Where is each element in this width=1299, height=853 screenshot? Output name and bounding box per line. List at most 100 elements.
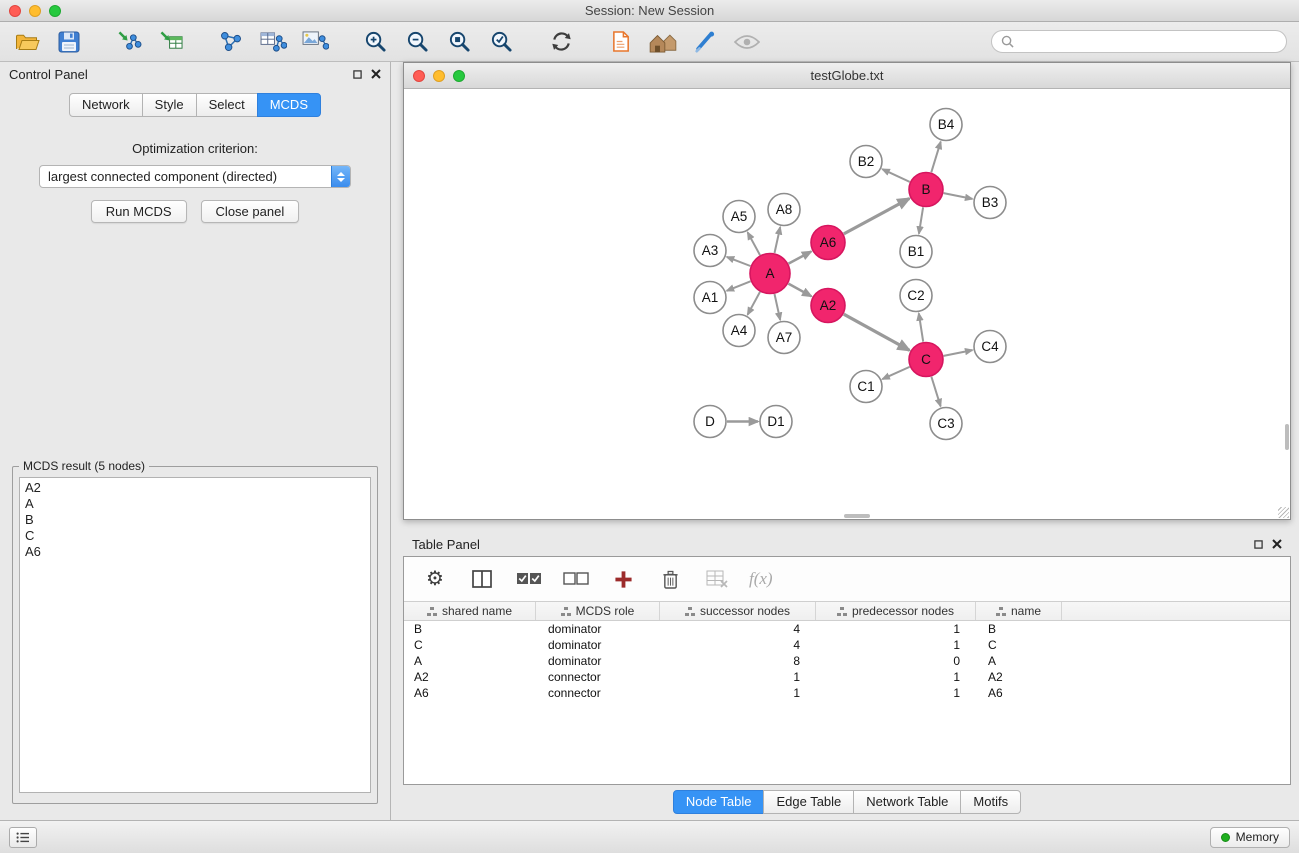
edge-A-A5[interactable] (748, 232, 760, 255)
node-D1[interactable]: D1 (760, 406, 792, 438)
edge-B-B2[interactable] (882, 169, 909, 182)
function-builder-button[interactable]: f(x) (749, 569, 773, 589)
tab-edge-table[interactable]: Edge Table (763, 790, 854, 814)
node-A8[interactable]: A8 (768, 194, 800, 226)
new-network-button[interactable] (216, 27, 246, 57)
close-panel-button[interactable]: Close panel (201, 200, 300, 223)
node-B2[interactable]: B2 (850, 146, 882, 178)
float-panel-icon[interactable] (353, 70, 362, 79)
horizontal-scrollbar-thumb[interactable] (844, 514, 870, 518)
column-header-predecessor-nodes[interactable]: predecessor nodes (816, 602, 976, 620)
node-C3[interactable]: C3 (930, 408, 962, 440)
search-input[interactable] (1019, 34, 1277, 49)
node-C2[interactable]: C2 (900, 280, 932, 312)
result-item[interactable]: B (25, 512, 365, 528)
save-session-button[interactable] (54, 27, 84, 57)
table-row[interactable]: A2connector11A2 (404, 669, 1290, 685)
graphics-details-button[interactable] (690, 27, 720, 57)
result-item[interactable]: A6 (25, 544, 365, 560)
edge-A-A6[interactable] (789, 252, 812, 264)
node-B[interactable]: B (909, 173, 943, 207)
select-all-columns-button[interactable] (514, 564, 544, 594)
node-B1[interactable]: B1 (900, 236, 932, 268)
optimization-criterion-select[interactable]: largest connected component (directed) (39, 165, 351, 188)
network-maximize-button[interactable] (453, 70, 465, 82)
node-A7[interactable]: A7 (768, 322, 800, 354)
network-close-button[interactable] (413, 70, 425, 82)
edge-B-B4[interactable] (931, 142, 940, 173)
table-row[interactable]: Bdominator41B (404, 621, 1290, 637)
export-network-button[interactable] (258, 27, 288, 57)
edge-C-C1[interactable] (882, 367, 909, 379)
table-row[interactable]: Cdominator41C (404, 637, 1290, 653)
tab-mcds[interactable]: MCDS (257, 93, 321, 117)
panel-menu-button[interactable] (9, 827, 37, 848)
node-A2[interactable]: A2 (811, 289, 845, 323)
zoom-in-button[interactable] (360, 27, 390, 57)
zoom-fit-button[interactable] (444, 27, 474, 57)
search-box[interactable] (991, 30, 1287, 53)
tab-select[interactable]: Select (196, 93, 258, 117)
tab-motifs[interactable]: Motifs (960, 790, 1021, 814)
edge-A6-B[interactable] (844, 199, 910, 234)
node-A3[interactable]: A3 (694, 235, 726, 267)
delete-table-button[interactable] (702, 564, 732, 594)
edge-A-A2[interactable] (788, 284, 811, 297)
node-A6[interactable]: A6 (811, 226, 845, 260)
show-hide-button[interactable] (732, 27, 762, 57)
run-mcds-button[interactable]: Run MCDS (91, 200, 187, 223)
open-session-button[interactable] (12, 27, 42, 57)
column-header-shared-name[interactable]: shared name (404, 602, 536, 620)
node-A4[interactable]: A4 (723, 315, 755, 347)
column-header-name[interactable]: name (976, 602, 1062, 620)
edge-C-C3[interactable] (931, 377, 940, 407)
node-A5[interactable]: A5 (723, 201, 755, 233)
node-C4[interactable]: C4 (974, 331, 1006, 363)
memory-button[interactable]: Memory (1210, 827, 1290, 848)
tab-network-table[interactable]: Network Table (853, 790, 961, 814)
edge-A-A3[interactable] (727, 257, 751, 266)
tab-node-table[interactable]: Node Table (673, 790, 765, 814)
edge-A-A1[interactable] (727, 281, 751, 291)
edge-A2-C[interactable] (844, 314, 910, 350)
resize-grip[interactable] (1278, 507, 1289, 518)
node-C[interactable]: C (909, 343, 943, 377)
table-settings-button[interactable]: ⚙ (420, 564, 450, 594)
show-columns-button[interactable] (467, 564, 497, 594)
manual-button[interactable] (606, 27, 636, 57)
result-item[interactable]: A (25, 496, 365, 512)
edge-C-C4[interactable] (944, 350, 973, 356)
vertical-scrollbar-thumb[interactable] (1285, 424, 1289, 450)
edge-B-B1[interactable] (919, 207, 923, 233)
maximize-window-button[interactable] (49, 5, 61, 17)
mcds-result-list[interactable]: A2ABCA6 (19, 477, 371, 793)
column-header-successor-nodes[interactable]: successor nodes (660, 602, 816, 620)
node-B4[interactable]: B4 (930, 109, 962, 141)
tab-network[interactable]: Network (69, 93, 143, 117)
create-column-button[interactable] (608, 564, 638, 594)
node-A[interactable]: A (750, 254, 790, 294)
edge-A-A4[interactable] (748, 292, 760, 315)
network-minimize-button[interactable] (433, 70, 445, 82)
import-table-button[interactable] (156, 27, 186, 57)
unselect-all-columns-button[interactable] (561, 564, 591, 594)
delete-columns-button[interactable] (655, 564, 685, 594)
import-network-button[interactable] (114, 27, 144, 57)
close-table-panel-icon[interactable] (1272, 539, 1282, 549)
edge-A-A7[interactable] (775, 294, 781, 320)
node-B3[interactable]: B3 (974, 187, 1006, 219)
node-A1[interactable]: A1 (694, 282, 726, 314)
column-header-mcds-role[interactable]: MCDS role (536, 602, 660, 620)
home-button[interactable] (648, 27, 678, 57)
zoom-out-button[interactable] (402, 27, 432, 57)
tab-style[interactable]: Style (142, 93, 197, 117)
table-row[interactable]: Adominator80A (404, 653, 1290, 669)
node-D[interactable]: D (694, 406, 726, 438)
close-window-button[interactable] (9, 5, 21, 17)
node-C1[interactable]: C1 (850, 371, 882, 403)
close-panel-icon[interactable] (371, 69, 381, 79)
refresh-view-button[interactable] (546, 27, 576, 57)
result-item[interactable]: C (25, 528, 365, 544)
float-table-panel-icon[interactable] (1254, 540, 1263, 549)
export-image-button[interactable] (300, 27, 330, 57)
